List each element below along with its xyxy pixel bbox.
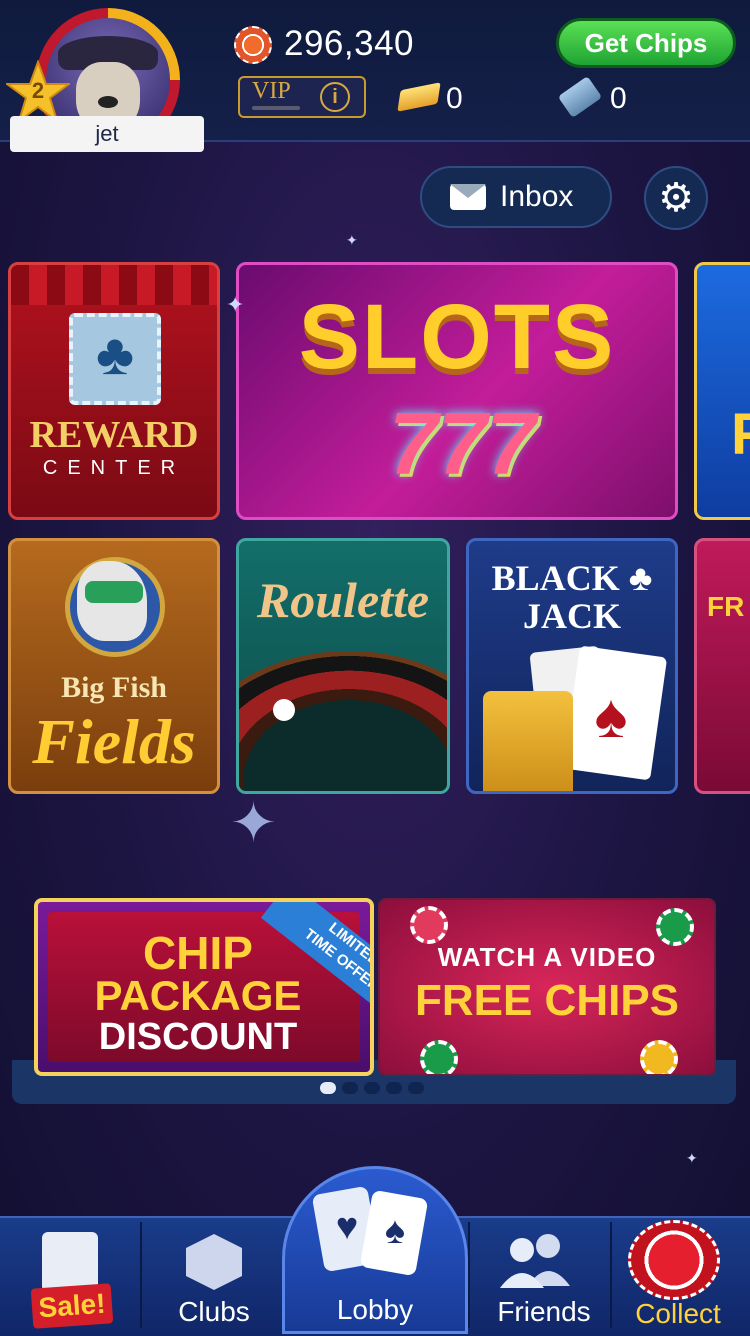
big-fish-fields-tile[interactable]: Big Fish Fields: [8, 538, 220, 794]
star-decoration-icon: ✦: [346, 232, 358, 248]
friends-icon: [500, 1234, 570, 1288]
carousel-dot[interactable]: [386, 1082, 402, 1094]
reward-title: REWARD: [29, 414, 199, 456]
curtain-decoration: [11, 265, 217, 305]
watch-video-free-chips-banner[interactable]: WATCH A VIDEO FREE CHIPS: [378, 898, 716, 1076]
get-chips-button[interactable]: Get Chips: [556, 18, 736, 68]
mail-icon-flap: [450, 184, 486, 198]
poker-chip-icon: [640, 1040, 678, 1074]
partial-game-tile-top[interactable]: F: [694, 262, 750, 520]
chip-banner-line3: DISCOUNT: [98, 1016, 298, 1058]
carousel-dot[interactable]: [408, 1082, 424, 1094]
horse-mask-icon: [85, 581, 143, 603]
horse-tile-line1: Big Fish: [61, 671, 167, 704]
player-level: 2: [31, 78, 45, 103]
gear-icon[interactable]: ⚙: [644, 166, 708, 230]
video-banner-line1: WATCH A VIDEO: [437, 942, 657, 972]
partial-tile-text: F: [731, 401, 750, 468]
roulette-title: Roulette: [256, 572, 430, 628]
blackjack-tile[interactable]: BLACK ♣ JACK ♠: [466, 538, 678, 794]
player-name: jet: [10, 116, 204, 152]
jack-character-icon: [483, 691, 573, 791]
shopping-bag-icon: [42, 1232, 98, 1292]
inbox-label: Inbox: [500, 180, 574, 213]
chip-icon: [234, 26, 272, 64]
reward-subtitle: CENTER: [42, 457, 186, 479]
blackjack-title: BLACK ♣ JACK: [469, 559, 675, 635]
sparkle-decoration-icon: ✦: [230, 791, 277, 854]
collect-label: Collect: [635, 1298, 721, 1329]
slots-tile[interactable]: SLOTS 777: [236, 262, 678, 520]
partial-game-tile-mid[interactable]: FR: [694, 538, 750, 794]
vip-progress-bar: [252, 106, 300, 110]
chip-banner-line2: PACKAGE: [94, 972, 302, 1019]
poker-chip-icon: [656, 908, 694, 946]
carousel-page-indicator: [320, 1082, 430, 1096]
heart-suit-icon: ♥: [335, 1206, 359, 1248]
video-banner-line2: FREE CHIPS: [414, 976, 680, 1025]
roulette-ball-icon: [273, 699, 295, 721]
carousel-dot[interactable]: [342, 1082, 358, 1094]
chip-package-discount-banner[interactable]: CHIP PACKAGE DISCOUNT LIMITED TIME OFFER: [34, 898, 374, 1076]
blackjack-title-line2: JACK: [523, 596, 621, 636]
slots-title: SLOTS: [298, 286, 616, 388]
avatar-nose: [98, 96, 118, 108]
horse-tile-line2: Fields: [32, 706, 196, 777]
reward-center-tile[interactable]: ♣ REWARD CENTER: [8, 262, 220, 520]
collect-chip-icon: [628, 1220, 720, 1300]
vip-label: VIP: [252, 78, 291, 104]
vip-info-icon[interactable]: i: [320, 82, 350, 112]
gold-count: 0: [446, 82, 463, 115]
roulette-tile[interactable]: Roulette: [236, 538, 450, 794]
clover-icon: ♣: [95, 322, 135, 387]
spade-icon: ♠: [594, 682, 628, 751]
blackjack-title-line1: BLACK ♣: [491, 558, 653, 598]
friends-label: Friends: [497, 1296, 591, 1327]
chip-balance: 296,340: [284, 24, 415, 63]
carousel-dot[interactable]: [364, 1082, 380, 1094]
star-decoration-icon: ✦: [226, 292, 245, 317]
lobby-label: Lobby: [336, 1294, 414, 1325]
sale-label: Sale!: [30, 1283, 114, 1329]
star-decoration-icon: ✦: [686, 1150, 698, 1166]
spade-suit-icon: ♠: [384, 1210, 406, 1252]
ticket-count: 0: [610, 82, 627, 115]
poker-chip-icon: [420, 1040, 458, 1074]
partial-tile-mid-text: FR: [707, 591, 745, 622]
lucky-sevens-icon: 777: [389, 394, 536, 493]
roulette-wheel-icon: [239, 651, 447, 791]
clubs-label: Clubs: [178, 1296, 250, 1327]
poker-chip-icon: [410, 906, 448, 944]
carousel-dot[interactable]: [320, 1082, 336, 1094]
